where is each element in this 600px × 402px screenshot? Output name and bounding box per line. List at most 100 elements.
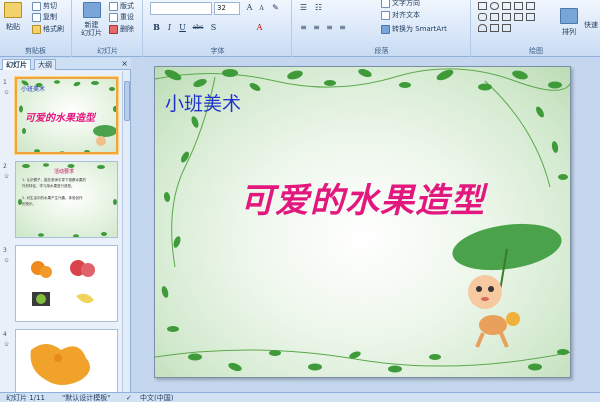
paste-icon <box>4 2 22 18</box>
thumb-line: 1. 认识橘子，能在老师引导下观察水果的 <box>22 178 86 182</box>
text-direction-icon <box>381 0 390 8</box>
slide-thumbnails: 1 ✩ 小班美术 可爱的水果造型 2 ✩ 活动要求 1. 认识橘子，能在老师引导… <box>0 71 122 392</box>
align-text-button[interactable]: 对齐文本 <box>381 10 420 20</box>
slide-title[interactable]: 可爱的水果造型 <box>155 173 570 222</box>
font-group: 32 A A ✎ B I U abc S A 字体 <box>144 0 292 57</box>
align-right-icon[interactable]: ≡ <box>324 22 335 33</box>
quick-styles-label: 快速 <box>584 21 598 29</box>
grow-font-icon[interactable]: A <box>244 2 255 13</box>
fruit-photos <box>31 260 95 306</box>
tab-slides[interactable]: 幻灯片 <box>2 59 31 70</box>
animation-star-icon: ✩ <box>4 173 10 180</box>
orange-peel-photo <box>30 344 91 385</box>
format-painter-label: 格式刷 <box>43 25 64 33</box>
tab-outline[interactable]: 大纲 <box>34 59 56 70</box>
cut-button[interactable]: 剪切 <box>32 1 57 11</box>
text-direction-button[interactable]: 文字方向 <box>381 0 420 8</box>
freeform-shape-icon[interactable] <box>490 24 499 32</box>
quick-styles-button[interactable]: 快速 <box>584 20 598 30</box>
bold-button[interactable]: B <box>151 22 162 33</box>
thumb-line: 的快乐。 <box>22 202 36 206</box>
pane-tabs: 幻灯片 大纲 × <box>0 58 131 70</box>
numbering-icon[interactable]: ☷ <box>313 2 324 13</box>
layout-button[interactable]: 版式 <box>109 1 134 11</box>
brace-shape-icon[interactable] <box>526 13 535 21</box>
slide-number: 2 <box>3 163 7 170</box>
shadow-button[interactable]: S <box>208 22 219 33</box>
slide-thumbnail-3[interactable] <box>15 245 118 322</box>
language-indicator[interactable]: 中文(中国) <box>140 393 173 402</box>
font-size-input[interactable]: 32 <box>214 2 240 15</box>
italic-button[interactable]: I <box>164 22 175 33</box>
oval-shape-icon[interactable] <box>490 2 499 10</box>
new-slide-label: 新建 幻灯片 <box>81 21 102 37</box>
elf-character <box>452 223 562 348</box>
reset-button[interactable]: 重设 <box>109 12 134 22</box>
slide-editor: 小班美术 可爱的水果造型 <box>132 58 600 392</box>
copy-button[interactable]: 复制 <box>32 12 57 22</box>
thumb-line: 外形特征，学习用水果进行造型。 <box>22 184 75 188</box>
animation-star-icon: ✩ <box>4 89 10 96</box>
font-color-icon[interactable]: A <box>254 22 265 33</box>
underline-button[interactable]: U <box>177 22 188 33</box>
more-shapes-icon[interactable] <box>502 24 511 32</box>
layout-label: 版式 <box>120 2 134 10</box>
slides-group: 新建 幻灯片 版式 重设 删除 幻灯片 <box>73 0 143 57</box>
arrange-label: 排列 <box>562 28 576 36</box>
slide-thumbnail-2[interactable]: 活动要求 1. 认识橘子，能在老师引导下观察水果的 外形特征，学习用水果进行造型… <box>15 161 118 238</box>
font-name-input[interactable] <box>150 2 212 15</box>
slide-thumbnail-1[interactable]: 小班美术 可爱的水果造型 <box>15 77 118 154</box>
smartart-button[interactable]: 转换为 SmartArt <box>381 24 447 34</box>
strikethrough-button[interactable]: abc <box>190 22 206 33</box>
callout-shape-icon[interactable] <box>514 13 523 21</box>
shrink-font-icon[interactable]: A <box>256 3 267 14</box>
animation-star-icon: ✩ <box>4 341 10 348</box>
clipboard-group-label: 剪贴板 <box>25 47 46 55</box>
animation-star-icon: ✩ <box>4 257 10 264</box>
slide-count: 幻灯片 1/11 <box>6 394 45 402</box>
spellcheck-icon[interactable]: ✓ <box>126 393 132 402</box>
slides-group-label: 幻灯片 <box>97 47 118 55</box>
align-left-icon[interactable]: ≡ <box>298 22 309 33</box>
status-bar: 幻灯片 1/11 "默认设计模板" ✓ 中文(中国) <box>0 392 600 402</box>
drawing-group: 排列 快速 绘图 <box>472 0 600 57</box>
thumbnails-scrollbar[interactable] <box>122 71 130 392</box>
line-shape-icon[interactable] <box>514 2 523 10</box>
thumb-line: 2. 对生活中的水果产生兴趣，体验创作 <box>22 196 83 200</box>
triangle-shape-icon[interactable] <box>502 2 511 10</box>
curve-shape-icon[interactable] <box>478 24 487 32</box>
scissors-icon <box>32 1 41 11</box>
smartart-label: 转换为 SmartArt <box>392 25 447 33</box>
star-shape-icon[interactable] <box>502 13 511 21</box>
slide-number: 1 <box>3 79 7 86</box>
delete-button[interactable]: 删除 <box>109 24 134 34</box>
theme-name: "默认设计模板" <box>62 394 111 402</box>
close-icon[interactable]: × <box>121 59 128 68</box>
bullets-icon[interactable]: ☰ <box>298 2 309 13</box>
clear-format-icon[interactable]: ✎ <box>270 2 281 13</box>
justify-icon[interactable]: ≡ <box>337 22 348 33</box>
slides-pane: 幻灯片 大纲 × 1 ✩ 小班美术 可爱的水果造型 2 ✩ 活动要求 1. 认识… <box>0 58 131 392</box>
thumb-heading: 活动要求 <box>54 169 75 175</box>
scrollbar-thumb[interactable] <box>124 81 130 121</box>
ribbon: 粘贴 剪切 复制 格式刷 剪贴板 新建 幻灯片 版式 重设 删除 幻灯片 32 … <box>0 0 600 57</box>
rounded-rect-shape-icon[interactable] <box>478 13 487 21</box>
rectangle-shape-icon[interactable] <box>478 2 487 10</box>
slide-number: 3 <box>3 247 7 254</box>
align-center-icon[interactable]: ≡ <box>311 22 322 33</box>
new-slide-button[interactable]: 新建 幻灯片 <box>81 2 102 37</box>
thumb-title: 可爱的水果造型 <box>25 113 95 124</box>
paste-button[interactable]: 粘贴 <box>4 2 22 32</box>
slide-thumbnail-4[interactable] <box>15 329 118 392</box>
reset-label: 重设 <box>120 13 134 21</box>
arrow-shape-icon[interactable] <box>526 2 535 10</box>
slide-subtitle[interactable]: 小班美术 <box>165 89 241 116</box>
copy-label: 复制 <box>43 13 57 21</box>
block-arrow-shape-icon[interactable] <box>490 13 499 21</box>
delete-label: 删除 <box>120 25 134 33</box>
new-slide-icon <box>82 2 101 18</box>
copy-icon <box>32 12 41 22</box>
arrange-button[interactable]: 排列 <box>560 8 578 37</box>
format-painter-button[interactable]: 格式刷 <box>32 24 64 34</box>
current-slide[interactable]: 小班美术 可爱的水果造型 <box>154 66 571 378</box>
